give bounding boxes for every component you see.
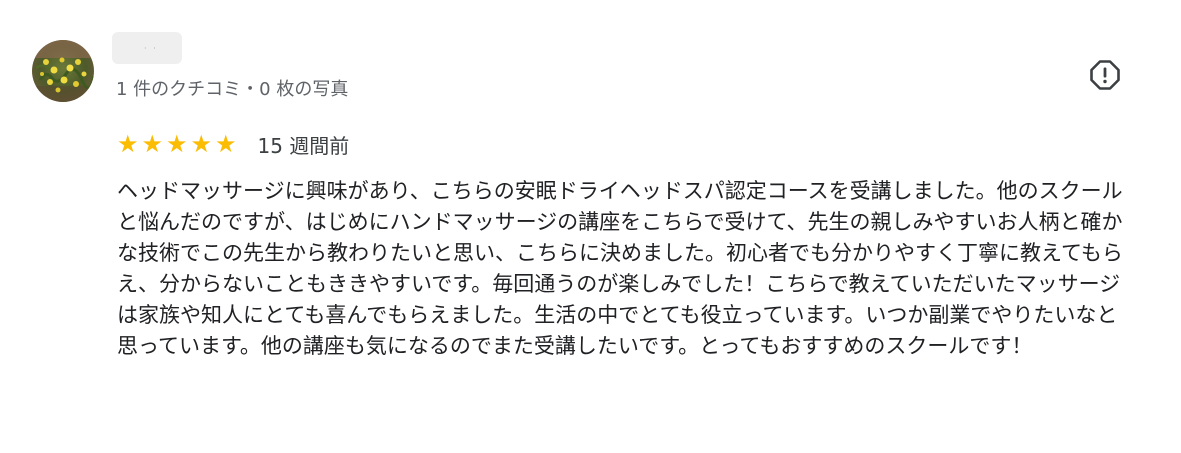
report-flag-button[interactable] (1089, 59, 1121, 91)
star-icon: ★ (141, 130, 164, 158)
reviewer-name-placeholder: · · (144, 44, 158, 53)
reviewer-meta: 1 件のクチコミ・0 枚の写真 (116, 79, 349, 100)
avatar[interactable] (32, 40, 94, 102)
star-icon: ★ (166, 130, 188, 158)
star-rating: ★ ★ ★ ★ ★ (117, 130, 240, 158)
review-time: 15 週間前 (257, 133, 350, 158)
reviewer-name[interactable]: · · (112, 32, 182, 64)
report-flag-icon (1090, 60, 1120, 90)
star-icon: ★ (190, 130, 213, 158)
star-icon: ★ (117, 130, 139, 158)
rating-row: ★ ★ ★ ★ ★ 15 週間前 (117, 130, 349, 158)
review-card: · · 1 件のクチコミ・0 枚の写真 ★ ★ ★ ★ ★ 15 週間前 ヘッド… (0, 0, 1181, 453)
review-text: ヘッドマッサージに興味があり、こちらの安眠ドライヘッドスパ認定コースを受講しまし… (117, 179, 1123, 358)
star-icon: ★ (215, 130, 237, 158)
